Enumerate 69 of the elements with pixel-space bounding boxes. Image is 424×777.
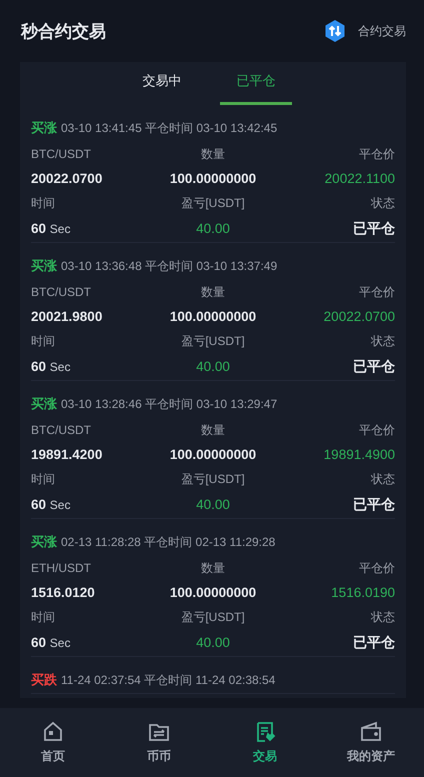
trade-times: 03-10 13:36:48 平仓时间 03-10 13:37:49 — [61, 258, 278, 275]
status-value: 已平仓 — [352, 220, 395, 238]
close-price: 20022.0700 — [322, 309, 395, 324]
swap-icon[interactable] — [323, 19, 347, 43]
pnl-label: 盈亏[USDT] — [180, 471, 246, 488]
pnl-label: 盈亏[USDT] — [180, 609, 246, 626]
pnl-label: 盈亏[USDT] — [180, 195, 246, 212]
status-value: 已平仓 — [352, 634, 395, 652]
duration: 60 Sec — [31, 635, 72, 650]
nav-item[interactable]: 我的资产 — [318, 708, 424, 777]
close-price-label: 平仓价 — [358, 422, 395, 439]
quantity: 100.00000000 — [168, 585, 258, 600]
direction-label: 买涨 — [31, 395, 57, 413]
pnl-value: 40.00 — [195, 359, 231, 374]
time-label: 时间 — [31, 609, 56, 626]
tab[interactable]: 已平仓 — [220, 62, 292, 105]
tab[interactable]: 交易中 — [134, 62, 190, 105]
duration: 60 Sec — [31, 359, 72, 374]
close-price: 1516.0190 — [330, 585, 395, 600]
nav-item[interactable]: 首页 — [0, 708, 106, 777]
quantity: 100.00000000 — [168, 309, 258, 324]
trade-times: 11-24 02:37:54 平仓时间 11-24 02:38:54 — [61, 672, 276, 689]
pnl-label: 盈亏[USDT] — [180, 333, 246, 350]
quantity-label: 数量 — [200, 146, 226, 163]
status-value: 已平仓 — [352, 496, 395, 514]
quantity: 100.00000000 — [168, 447, 258, 462]
status-label: 状态 — [370, 333, 395, 350]
open-price: 20022.0700 — [31, 171, 104, 186]
trade-times: 02-13 11:28:28 平仓时间 02-13 11:29:28 — [61, 534, 276, 551]
open-price: 19891.4200 — [31, 447, 104, 462]
quantity-label: 数量 — [200, 284, 226, 301]
quantity-label: 数量 — [200, 422, 226, 439]
pair-label: ETH/USDT — [31, 561, 92, 575]
nav-item[interactable]: 交易 — [212, 708, 318, 777]
pnl-value: 40.00 — [195, 635, 231, 650]
pnl-value: 40.00 — [195, 221, 231, 236]
quantity-label: 数量 — [200, 560, 226, 577]
close-price-label: 平仓价 — [358, 146, 395, 163]
wallet-icon — [359, 720, 383, 744]
status-label: 状态 — [370, 195, 395, 212]
trade-times: 03-10 13:28:46 平仓时间 03-10 13:29:47 — [61, 396, 278, 413]
page-title: 秒合约交易 — [21, 20, 106, 42]
quantity: 100.00000000 — [168, 171, 258, 186]
direction-label: 买涨 — [31, 119, 57, 137]
time-label: 时间 — [31, 195, 56, 212]
duration: 60 Sec — [31, 497, 72, 512]
contract-trade-link[interactable]: 合约交易 — [358, 22, 406, 40]
pair-label: BTC/USDT — [31, 285, 92, 299]
duration: 60 Sec — [31, 221, 72, 236]
status-value: 已平仓 — [352, 358, 395, 376]
trade-times: 03-10 13:41:45 平仓时间 03-10 13:42:45 — [61, 120, 278, 137]
status-label: 状态 — [370, 471, 395, 488]
pair-label: BTC/USDT — [31, 423, 92, 437]
direction-label: 买涨 — [31, 257, 57, 275]
pair-label: BTC/USDT — [31, 147, 92, 161]
direction-label: 买跌 — [31, 671, 57, 689]
nav-item[interactable]: 币币 — [106, 708, 212, 777]
close-price: 19891.4900 — [322, 447, 395, 462]
time-label: 时间 — [31, 471, 56, 488]
pnl-value: 40.00 — [195, 497, 231, 512]
time-label: 时间 — [31, 333, 56, 350]
direction-label: 买涨 — [31, 533, 57, 551]
home-icon — [41, 720, 65, 744]
close-price-label: 平仓价 — [358, 560, 395, 577]
open-price: 1516.0120 — [31, 585, 96, 600]
close-price: 20022.1100 — [324, 171, 395, 186]
close-price-label: 平仓价 — [358, 284, 395, 301]
status-label: 状态 — [370, 609, 395, 626]
open-price: 20021.9800 — [31, 309, 104, 324]
